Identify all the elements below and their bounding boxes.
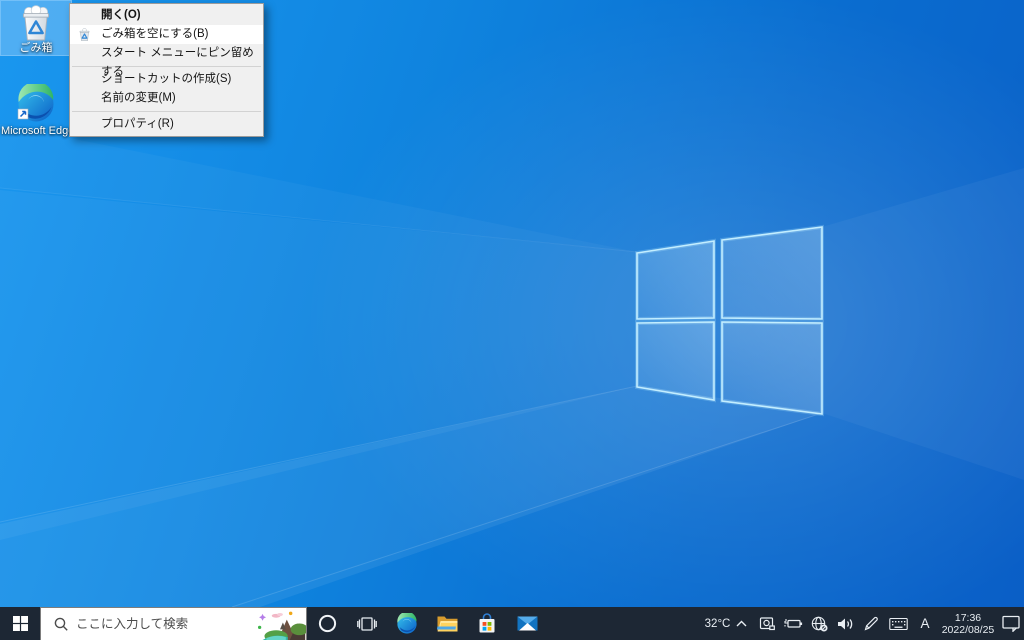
taskbar-clock[interactable]: 17:36 2022/08/25 [938,607,998,640]
desktop-icon-recycle-bin[interactable]: ごみ箱 [1,1,71,55]
windows-logo-icon [13,616,28,631]
taskbar-edge-button[interactable] [387,607,427,640]
clock-date: 2022/08/25 [942,624,995,636]
menu-item-empty-recycle-bin[interactable]: ごみ箱を空にする(B) [70,25,263,44]
mail-icon [517,616,538,631]
microsoft-store-icon [478,613,496,634]
taskbar-mail-button[interactable] [507,607,547,640]
tray-network-button[interactable] [806,607,832,640]
action-center-icon [1002,615,1020,632]
tray-touch-keyboard-button[interactable] [884,607,912,640]
taskbar-file-explorer-button[interactable] [427,607,467,640]
recycle-bin-context-menu: 開く(O) ごみ箱を空にする(B) スタート メニューにピン留めする ショートカ… [69,3,264,137]
start-button[interactable] [0,607,40,640]
show-hidden-icons-button[interactable] [728,607,754,640]
speaker-icon [837,617,854,631]
file-explorer-icon [437,615,458,632]
temperature-label: 32°C [705,618,731,630]
keyboard-icon [889,617,908,631]
tray-device-button[interactable] [754,607,780,640]
menu-item-create-shortcut[interactable]: ショートカットの作成(S) [70,70,263,89]
globe-no-internet-icon [811,616,828,632]
pen-icon [863,616,879,632]
menu-item-pin-to-start[interactable]: スタート メニューにピン留めする [70,44,263,63]
news-and-interests-button[interactable]: 32°C [702,607,728,640]
display-device-icon [759,616,775,631]
taskbar-empty-area [547,607,702,640]
menu-item-rename[interactable]: 名前の変更(M) [70,89,263,108]
tray-windows-ink-button[interactable] [858,607,884,640]
action-center-button[interactable] [998,607,1024,640]
taskbar-cortana-button[interactable] [307,607,347,640]
menu-separator [72,111,261,112]
clock-time: 17:36 [955,612,981,624]
menu-item-properties[interactable]: プロパティ(R) [70,115,263,134]
taskbar-search-box[interactable] [40,607,307,640]
search-highlights-art[interactable] [254,608,306,640]
recycle-bin-small-icon [78,28,91,41]
chevron-up-icon [735,618,748,629]
taskbar-store-button[interactable] [467,607,507,640]
ime-mode-indicator[interactable]: A [912,607,938,640]
desktop-icon-microsoft-edge[interactable]: Microsoft Edge [1,80,71,136]
battery-charging-icon [784,617,803,630]
ime-mode-label: A [920,616,929,631]
tray-battery-button[interactable] [780,607,806,640]
system-tray: 32°C [702,607,1024,640]
edge-icon [16,84,56,124]
tray-volume-button[interactable] [832,607,858,640]
search-icon [54,617,68,631]
menu-item-open[interactable]: 開く(O) [70,6,263,25]
cortana-icon [318,614,337,633]
taskbar-task-view-button[interactable] [347,607,387,640]
task-view-icon [357,615,377,633]
edge-icon [396,613,418,635]
windows-desktop: ごみ箱 Microsoft Edge 開く(O) [0,0,1024,640]
search-input[interactable] [76,617,254,631]
desktop-icon-label: Microsoft Edge [1,125,71,137]
recycle-bin-icon [18,5,54,41]
desktop-icon-label: ごみ箱 [1,42,71,54]
taskbar: 32°C [0,607,1024,640]
